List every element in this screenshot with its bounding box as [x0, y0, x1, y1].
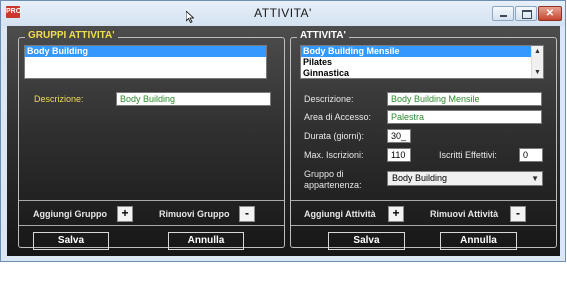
gruppo-appartenenza-value: Body Building — [392, 173, 448, 183]
scroll-up-icon[interactable]: ▲ — [532, 46, 543, 57]
annulla-attivita-button[interactable]: Annulla — [440, 232, 517, 250]
max-iscrizioni-field[interactable]: 110 — [387, 148, 411, 162]
max-iscrizioni-label: Max. Iscrizioni: — [304, 150, 364, 160]
attivita-legend: ATTIVITA' — [297, 30, 349, 41]
close-icon: ✕ — [545, 8, 555, 19]
rimuovi-attivita-label: Rimuovi Attività — [430, 209, 499, 219]
durata-field[interactable]: 30_ — [387, 129, 411, 143]
attivita-list[interactable]: Body Building Mensile Pilates Ginnastica… — [300, 45, 544, 79]
divider — [19, 200, 284, 201]
iscritti-effettivi-label: Iscritti Effettivi: — [439, 150, 497, 160]
list-item[interactable]: Body Building — [25, 46, 266, 57]
gruppi-attivita-group: GRUPPI ATTIVITA' Body Building Descrizio… — [18, 30, 285, 250]
gruppi-list[interactable]: Body Building — [24, 45, 267, 79]
divider — [291, 225, 556, 226]
attivita-descrizione-label: Descrizione: — [304, 94, 354, 104]
close-button[interactable]: ✕ — [538, 6, 562, 21]
aggiungi-attivita-label: Aggiungi Attività — [304, 209, 376, 219]
divider — [19, 225, 284, 226]
list-item[interactable]: Pilates — [301, 57, 543, 68]
iscritti-effettivi-field[interactable]: 0 — [519, 148, 543, 162]
gruppi-attivita-legend: GRUPPI ATTIVITA' — [25, 30, 118, 41]
gruppo-appartenenza-select[interactable]: Body Building ▼ — [387, 171, 543, 186]
aggiungi-gruppo-button[interactable]: + — [117, 206, 133, 222]
attivita-descrizione-field[interactable]: Body Building Mensile — [387, 92, 542, 106]
aggiungi-gruppo-label: Aggiungi Gruppo — [33, 209, 107, 219]
attivita-window: PRO ATTIVITA' ✕ GRUPPI ATTIVITA' Body Bu… — [0, 0, 566, 262]
maximize-button[interactable] — [515, 6, 537, 21]
gruppo-appartenenza-label-line2: appartenenza: — [304, 180, 362, 190]
minimize-button[interactable] — [492, 6, 514, 21]
divider — [291, 200, 556, 201]
annulla-gruppo-button[interactable]: Annulla — [168, 232, 244, 250]
area-accesso-label: Area di Accesso: — [304, 112, 372, 122]
window-title: ATTIVITA' — [254, 6, 312, 20]
list-scrollbar[interactable]: ▲ ▼ — [531, 46, 543, 78]
attivita-group: ATTIVITA' Body Building Mensile Pilates … — [290, 30, 557, 250]
chevron-down-icon: ▼ — [531, 174, 539, 183]
rimuovi-gruppo-label: Rimuovi Gruppo — [159, 209, 230, 219]
gruppo-appartenenza-label-line1: Gruppo di — [304, 169, 344, 179]
list-item[interactable]: Ginnastica — [301, 68, 543, 78]
aggiungi-attivita-button[interactable]: + — [388, 206, 404, 222]
durata-label: Durata (giorni): — [304, 131, 365, 141]
gruppo-descrizione-field[interactable]: Body Building — [116, 92, 271, 106]
area-accesso-field[interactable]: Palestra — [387, 110, 542, 124]
salva-attivita-button[interactable]: Salva — [328, 232, 405, 250]
salva-gruppo-button[interactable]: Salva — [33, 232, 109, 250]
client-area: GRUPPI ATTIVITA' Body Building Descrizio… — [7, 26, 560, 256]
mouse-cursor-icon — [186, 11, 194, 23]
scroll-down-icon[interactable]: ▼ — [532, 67, 543, 78]
gruppo-descrizione-label: Descrizione: — [34, 94, 84, 104]
rimuovi-gruppo-button[interactable]: - — [239, 206, 255, 222]
list-item[interactable]: Body Building Mensile — [301, 46, 543, 57]
rimuovi-attivita-button[interactable]: - — [510, 206, 526, 222]
title-bar[interactable]: PRO ATTIVITA' ✕ — [1, 1, 565, 26]
